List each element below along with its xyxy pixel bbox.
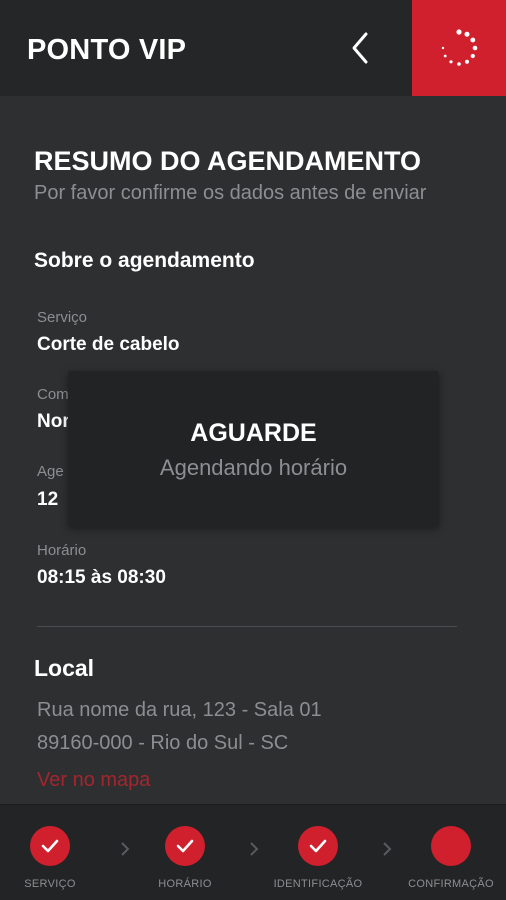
step-time[interactable]: HORÁRIO (130, 805, 240, 900)
field-value-service: Corte de cabelo (37, 334, 180, 355)
check-icon (41, 839, 59, 853)
loading-dialog: AGUARDE Agendando horário (68, 371, 439, 527)
address-line-1: Rua nome da rua, 123 - Sala 01 (37, 699, 322, 721)
step-label: IDENTIFICAÇÃO (273, 878, 363, 890)
chevron-left-icon (352, 32, 368, 64)
check-icon (176, 839, 194, 853)
app-title: PONTO VIP (27, 34, 187, 66)
dialog-message: Agendando horário (159, 455, 348, 480)
step-circle (165, 826, 205, 866)
step-circle-current (431, 826, 471, 866)
check-icon (309, 839, 327, 853)
app-header: PONTO VIP (0, 0, 506, 96)
step-circle (298, 826, 338, 866)
page-title: RESUMO DO AGENDAMENTO (34, 146, 422, 176)
step-service[interactable]: SERVIÇO (0, 805, 105, 900)
loading-action-button[interactable] (412, 0, 506, 96)
field-value-date: 12 (37, 489, 59, 510)
field-label-professional: Com (37, 386, 69, 403)
progress-stepper: SERVIÇO HORÁRIO IDENTIFICAÇÃO CONFIRMAÇÃ… (0, 804, 506, 900)
step-label: SERVIÇO (24, 878, 76, 890)
field-value-time: 08:15 às 08:30 (37, 567, 166, 588)
step-confirmation[interactable]: CONFIRMAÇÃO (396, 805, 506, 900)
chevron-right-icon (383, 842, 392, 856)
field-label-time: Horário (37, 542, 87, 559)
address-line-2: 89160-000 - Rio do Sul - SC (37, 732, 289, 754)
field-label-service: Serviço (37, 309, 88, 326)
view-map-link[interactable]: Ver no mapa (37, 769, 150, 792)
dialog-title: AGUARDE (190, 419, 317, 447)
back-button[interactable] (340, 26, 380, 70)
section-title-about: Sobre o agendamento (34, 249, 255, 272)
step-circle (30, 826, 70, 866)
field-label-date: Age (37, 463, 64, 480)
section-divider (37, 626, 457, 627)
loading-spinner-icon (441, 29, 478, 66)
chevron-right-icon (250, 842, 259, 856)
page-subtitle: Por favor confirme os dados antes de env… (34, 182, 427, 204)
step-label: CONFIRMAÇÃO (408, 878, 494, 890)
step-identification[interactable]: IDENTIFICAÇÃO (263, 805, 373, 900)
section-title-location: Local (34, 655, 95, 681)
step-label: HORÁRIO (158, 878, 212, 890)
